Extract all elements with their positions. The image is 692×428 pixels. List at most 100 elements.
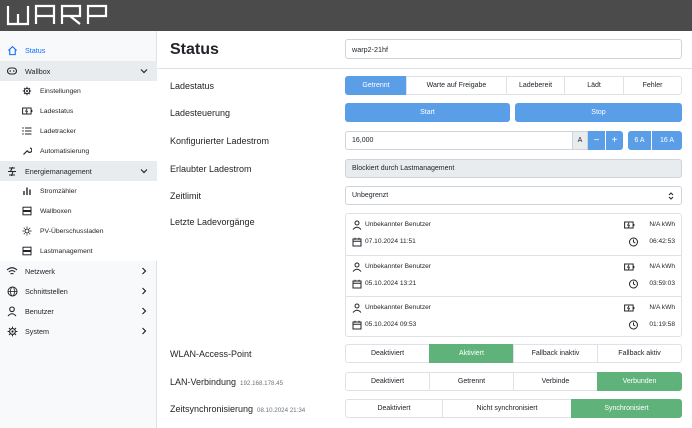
user-icon	[5, 304, 19, 318]
wlan-aktiviert[interactable]: Aktiviert	[429, 344, 514, 363]
sidebar-item-energiemanagement[interactable]: Energiemanagement	[0, 161, 157, 181]
sidebar-item-system[interactable]: System	[0, 321, 157, 341]
select-arrows-icon	[668, 192, 674, 200]
battery-charging-icon	[624, 263, 635, 271]
gear-icon	[20, 84, 34, 98]
sidebar-item-label: Stromzähler	[40, 187, 77, 195]
sidebar-item-label: Wallboxen	[40, 207, 72, 215]
sidebar-item-label: Einstellungen	[40, 87, 81, 95]
battery-charging-icon	[20, 104, 34, 118]
sidebar-item-lastmanagement[interactable]: Lastmanagement	[0, 241, 157, 261]
charge-date: 05.10.2024 13:21	[365, 280, 417, 287]
lan-verbunden[interactable]: Verbunden	[597, 372, 682, 391]
sidebar-item-schnittstellen[interactable]: Schnittstellen	[0, 281, 157, 301]
hostname-field[interactable]: warp2-21hf	[345, 39, 682, 59]
charge-user: Unbekannter Benutzer	[365, 304, 431, 311]
charge-duration: 01:19:58	[649, 321, 675, 328]
server-icon	[20, 244, 34, 258]
user-icon	[352, 262, 362, 272]
time-synchronisiert[interactable]: Synchronisiert	[571, 399, 682, 418]
clock-icon	[629, 237, 638, 247]
lan-label: LAN-Verbindung 192.168.178.45	[170, 377, 283, 387]
plug-icon	[5, 64, 19, 78]
divider	[157, 68, 692, 69]
server-icon	[20, 204, 34, 218]
sidebar-item-pv[interactable]: PV-Überschussladen	[0, 221, 157, 241]
sidebar-item-einstellungen[interactable]: Einstellungen	[0, 81, 157, 101]
time-deaktiviert[interactable]: Deaktiviert	[345, 399, 443, 418]
sidebar-item-label: Netzwerk	[25, 266, 55, 276]
lan-getrennt[interactable]: Getrennt	[429, 372, 514, 391]
battery-charging-icon	[624, 304, 635, 312]
sidebar-item-benutzer[interactable]: Benutzer	[0, 301, 157, 321]
sidebar-item-label: Benutzer	[25, 306, 54, 316]
sidebar-item-label: Automatisierung	[40, 147, 90, 155]
chevron-right-icon	[142, 267, 147, 275]
wlan-fallback-aktiv[interactable]: Fallback aktiv	[597, 344, 682, 363]
ladestatus-label: Ladestatus	[170, 81, 215, 91]
clock-icon	[629, 279, 638, 289]
ladestatus-laedt[interactable]: Lädt	[564, 76, 624, 95]
user-icon	[352, 303, 362, 313]
konfig-label: Konfigurierter Ladestrom	[170, 136, 270, 146]
sidebar-item-netzwerk[interactable]: Netzwerk	[0, 261, 157, 281]
chevron-right-icon	[142, 327, 147, 335]
lan-label-text: LAN-Verbindung	[170, 377, 237, 387]
erlaubt-field: Blockiert durch Lastmanagement	[345, 159, 682, 178]
preset-16a-button[interactable]: 16 A	[652, 131, 682, 150]
sidebar-item-ladestatus[interactable]: Ladestatus	[0, 101, 157, 121]
wlan-group: Deaktiviert Aktiviert Fallback inaktiv F…	[345, 344, 682, 363]
lan-deaktiviert[interactable]: Deaktiviert	[345, 372, 430, 391]
home-icon	[5, 43, 19, 57]
top-bar	[0, 0, 692, 31]
chevron-down-icon	[140, 69, 148, 74]
warp-logo	[6, 4, 108, 26]
decrement-button[interactable]: −	[588, 131, 605, 150]
sidebar-item-label: Energiemanagement	[25, 166, 92, 176]
lan-verbinde[interactable]: Verbinde	[513, 372, 598, 391]
ladestatus-fehler[interactable]: Fehler	[623, 76, 682, 95]
sidebar: Status Wallbox Einstellungen Ladestatus …	[0, 31, 157, 428]
ladestatus-group: Getrennt Warte auf Freigabe Ladebereit L…	[345, 76, 682, 95]
sidebar-item-wallbox[interactable]: Wallbox	[0, 61, 157, 81]
zeitlimit-select[interactable]: Unbegrenzt	[345, 186, 682, 205]
stop-button[interactable]: Stop	[515, 103, 682, 122]
erlaubt-label: Erlaubter Ladestrom	[170, 164, 252, 174]
wlan-fallback-inaktiv[interactable]: Fallback inaktiv	[513, 344, 598, 363]
sidebar-item-label: Ladestatus	[40, 107, 74, 115]
page-title: Status	[170, 41, 219, 58]
ladesteuerung-label: Ladesteuerung	[170, 108, 231, 118]
charge-energy: N/A kWh	[649, 221, 675, 228]
lan-group: Deaktiviert Getrennt Verbinde Verbunden	[345, 372, 682, 391]
sidebar-item-status[interactable]: Status	[0, 40, 157, 60]
lan-ip: 192.168.178.45	[240, 380, 284, 387]
charges-list: Unbekannter Benutzer 07.10.2024 11:51 N/…	[345, 213, 682, 337]
charge-duration: 06:42:53	[649, 238, 675, 245]
start-button[interactable]: Start	[345, 103, 510, 122]
charge-user: Unbekannter Benutzer	[365, 221, 431, 228]
ladestrom-input[interactable]: 16,000	[345, 131, 573, 150]
ladestatus-ladebereit[interactable]: Ladebereit	[506, 76, 565, 95]
time-label: Zeitsynchronisierung 08.10.2024 21:34	[170, 404, 305, 414]
clock-icon	[629, 320, 638, 330]
list-item: Unbekannter Benutzer 07.10.2024 11:51 N/…	[346, 214, 681, 255]
charge-energy: N/A kWh	[649, 304, 675, 311]
user-icon	[352, 220, 362, 230]
sidebar-item-automatisierung[interactable]: Automatisierung	[0, 141, 157, 161]
zeitlimit-value: Unbegrenzt	[352, 192, 389, 199]
calendar-icon	[352, 237, 362, 247]
sidebar-item-ladetracker[interactable]: Ladetracker	[0, 121, 157, 141]
list-item: Unbekannter Benutzer 05.10.2024 09:53 N/…	[346, 296, 681, 337]
ladestatus-warte[interactable]: Warte auf Freigabe	[406, 76, 507, 95]
increment-button[interactable]: +	[606, 131, 623, 150]
sidebar-item-wallboxen[interactable]: Wallboxen	[0, 201, 157, 221]
sidebar-item-stromzaehler[interactable]: Stromzähler	[0, 181, 157, 201]
charge-duration: 03:59:03	[649, 280, 675, 287]
charges-label: Letzte Ladevorgänge	[170, 217, 255, 227]
charge-date: 05.10.2024 09:53	[365, 321, 417, 328]
time-nicht-sync[interactable]: Nicht synchronisiert	[442, 399, 572, 418]
preset-6a-button[interactable]: 6 A	[628, 131, 651, 150]
wlan-deaktiviert[interactable]: Deaktiviert	[345, 344, 430, 363]
ladestatus-getrennt[interactable]: Getrennt	[345, 76, 407, 95]
wifi-icon	[5, 264, 19, 278]
